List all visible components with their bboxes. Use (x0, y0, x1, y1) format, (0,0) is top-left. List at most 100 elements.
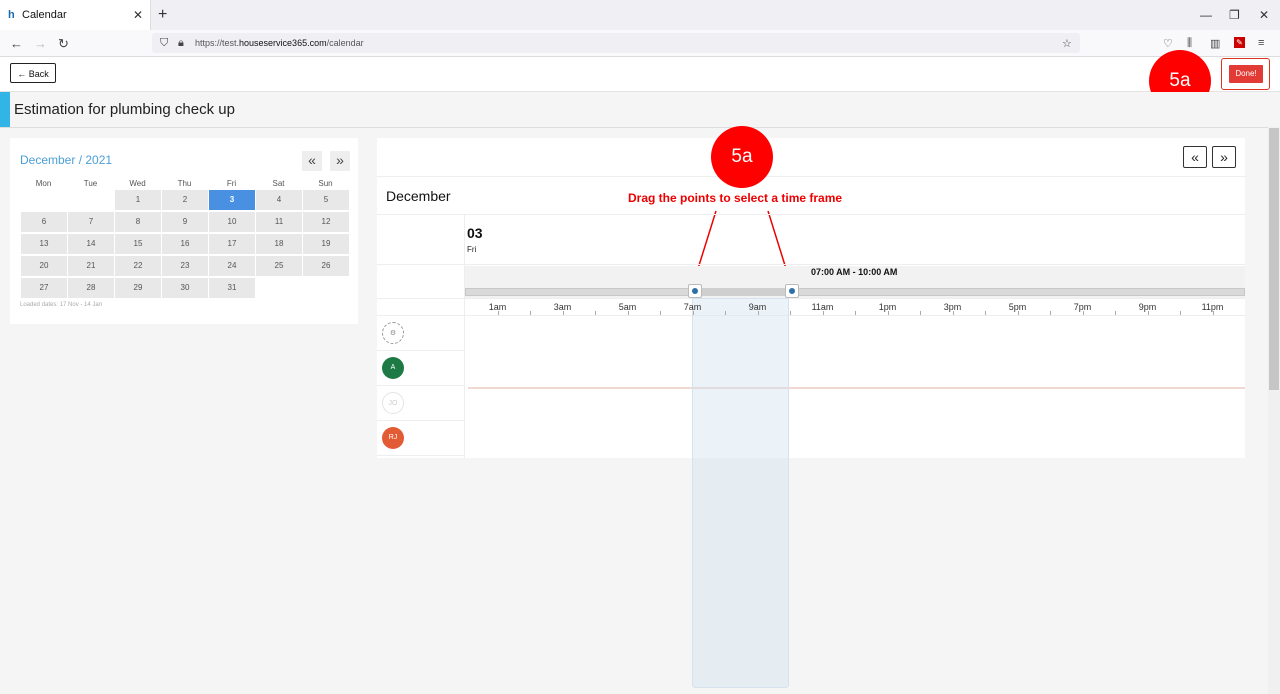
calendar-day[interactable]: 15 (115, 234, 161, 254)
calendar-day[interactable]: 27 (21, 278, 67, 298)
scrollbar-thumb[interactable] (1269, 128, 1279, 390)
step-marker-mid: 5a (711, 126, 773, 188)
month-label: December (386, 188, 451, 204)
hour-tick (823, 311, 824, 315)
row-divider (377, 350, 464, 351)
calendar-day[interactable]: 13 (21, 234, 67, 254)
hour-tick (530, 311, 531, 315)
weekday-label: Wed (129, 179, 146, 188)
pocket-icon[interactable]: ♡ (1163, 37, 1173, 50)
url-text[interactable]: https://test.houseservice365.com/calenda… (195, 38, 364, 48)
prev-page-button[interactable]: « (1183, 146, 1207, 168)
selected-time-band[interactable] (691, 298, 789, 688)
hour-tick (660, 311, 661, 315)
back-label: Back (28, 69, 49, 79)
calendar-day[interactable]: 21 (68, 256, 114, 276)
calendar-day[interactable]: 4 (256, 190, 302, 210)
done-button[interactable]: Done! (1229, 65, 1263, 83)
hour-tick (920, 311, 921, 315)
next-month-button[interactable]: » (330, 151, 350, 171)
restore-icon[interactable]: ❐ (1229, 8, 1240, 22)
hour-tick (985, 311, 986, 315)
calendar-day[interactable]: 29 (115, 278, 161, 298)
slider-start-handle[interactable] (687, 284, 702, 298)
forward-arrow-icon[interactable]: → (34, 36, 47, 51)
calendar-day[interactable]: 30 (162, 278, 208, 298)
hour-tick (498, 311, 499, 315)
calendar-day[interactable]: 28 (68, 278, 114, 298)
back-arrow-icon[interactable]: ← (10, 36, 23, 51)
back-button[interactable]: ← Back (10, 63, 56, 83)
scheduler-toolbar (377, 138, 1245, 177)
app-header (0, 57, 1280, 92)
avatar[interactable]: JO (382, 392, 404, 414)
time-slider-track[interactable] (465, 288, 1245, 296)
title-accent (0, 92, 10, 127)
calendar-day[interactable]: 2 (162, 190, 208, 210)
hour-tick (628, 311, 629, 315)
loaded-dates: Loaded dates: 17 Nov - 14 Jan (20, 302, 103, 308)
calendar-day[interactable]: 23 (162, 256, 208, 276)
calendar-day[interactable]: 5 (303, 190, 349, 210)
calendar-day[interactable]: 3 (209, 190, 255, 210)
calendar-day[interactable]: 31 (209, 278, 255, 298)
next-page-button[interactable]: » (1212, 146, 1236, 168)
weekday-label: Mon (35, 179, 52, 188)
time-range-label: 07:00 AM - 10:00 AM (811, 267, 898, 277)
calendar-day[interactable]: 10 (209, 212, 255, 232)
hour-tick (1115, 311, 1116, 315)
hour-tick (1018, 311, 1019, 315)
shield-icon[interactable]: ⛉ (160, 37, 168, 50)
calendar-day[interactable]: 7 (68, 212, 114, 232)
menu-icon[interactable]: ≡ (1258, 37, 1264, 49)
calendar-day[interactable]: 14 (68, 234, 114, 254)
weekday-label: Tue (83, 179, 98, 188)
day-name: Fri (467, 245, 477, 254)
favicon-icon: h (8, 9, 15, 21)
divider (377, 264, 1245, 265)
divider (377, 214, 1245, 215)
calendar-day[interactable]: 25 (256, 256, 302, 276)
calendar-day[interactable]: 11 (256, 212, 302, 232)
calendar-day[interactable]: 16 (162, 234, 208, 254)
minimize-icon[interactable]: — (1200, 8, 1212, 22)
row-divider (377, 455, 464, 456)
divider (377, 315, 1245, 316)
new-tab-icon[interactable]: + (158, 6, 167, 24)
calendar-day[interactable]: 12 (303, 212, 349, 232)
prev-month-button[interactable]: « (302, 151, 322, 171)
calendar-day[interactable]: 6 (21, 212, 67, 232)
sidebar-icon[interactable]: ▥ (1210, 37, 1220, 50)
day-number: 03 (467, 225, 483, 241)
row-divider (377, 420, 464, 421)
calendar-day[interactable]: 18 (256, 234, 302, 254)
calendar-day[interactable]: 9 (162, 212, 208, 232)
calendar-day[interactable]: 20 (21, 256, 67, 276)
divider (377, 298, 1245, 299)
calendar-day[interactable]: 17 (209, 234, 255, 254)
avatar[interactable]: A (382, 357, 404, 379)
calendar-day[interactable]: 1 (115, 190, 161, 210)
calendar-day[interactable]: 19 (303, 234, 349, 254)
window-close-icon[interactable]: ✕ (1259, 8, 1269, 22)
time-slider-selection (692, 288, 790, 296)
library-icon[interactable]: ⫼ (1187, 37, 1192, 50)
unassigned-icon[interactable]: ⚙ (382, 322, 404, 344)
calendar-day[interactable]: 22 (115, 256, 161, 276)
close-tab-icon[interactable]: ✕ (133, 8, 143, 22)
hour-tick (693, 311, 694, 315)
extension-icon[interactable]: ✎ (1234, 37, 1245, 48)
reload-icon[interactable]: ↻ (58, 36, 69, 52)
browser-tab-bar (0, 0, 1280, 30)
weekday-label: Thu (177, 179, 192, 188)
hour-tick (855, 311, 856, 315)
calendar-day[interactable]: 8 (115, 212, 161, 232)
slider-end-handle[interactable] (785, 284, 799, 298)
hour-tick (563, 311, 564, 315)
avatar[interactable]: RJ (382, 427, 404, 449)
calendar-day[interactable]: 24 (209, 256, 255, 276)
bookmark-star-icon[interactable]: ☆ (1062, 37, 1072, 50)
weekday-label: Sun (318, 179, 333, 188)
calendar-day[interactable]: 26 (303, 256, 349, 276)
hour-tick (888, 311, 889, 315)
